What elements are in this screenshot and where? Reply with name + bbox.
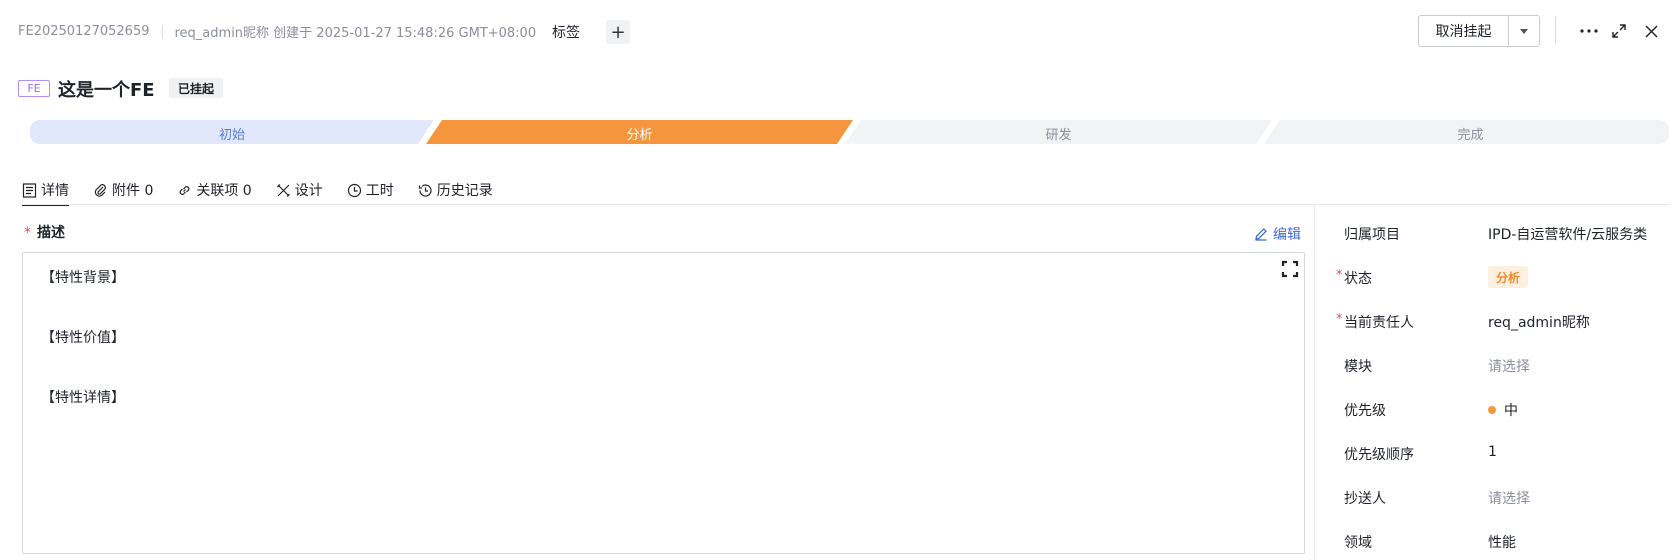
prop-domain: 领域 性能 — [1336, 530, 1666, 552]
description-line-value: 【特性价值】 — [41, 330, 125, 346]
unsuspend-split-button: 取消挂起 — [1418, 15, 1540, 47]
description-heading: * 描述 — [24, 222, 65, 242]
created-info: req_admin昵称 创建于 2025-01-27 15:48:26 GMT+… — [174, 26, 537, 41]
prop-cc: 抄送人 请选择 — [1336, 486, 1666, 508]
fullscreen-button[interactable] — [1280, 259, 1300, 279]
required-mark: * — [1336, 312, 1343, 327]
fullscreen-icon — [1281, 260, 1299, 278]
prop-project-label: 归属项目 — [1344, 227, 1400, 243]
close-icon — [1644, 24, 1658, 38]
link-icon — [179, 185, 190, 195]
expand-button[interactable] — [1608, 20, 1630, 42]
prop-priority-value[interactable]: 中 — [1488, 400, 1518, 420]
tab-history-label: 历史记录 — [436, 183, 493, 199]
description-line-background: 【特性背景】 — [41, 270, 125, 286]
tab-details[interactable]: 详情 — [22, 175, 69, 206]
prop-module-label: 模块 — [1344, 359, 1372, 375]
prop-cc-select[interactable]: 请选择 — [1488, 488, 1530, 508]
ellipsis-icon — [1580, 29, 1598, 33]
tab-worktime-label: 工时 — [365, 183, 394, 199]
prop-priority-order-label: 优先级顺序 — [1344, 447, 1414, 463]
prop-priority-order-value[interactable]: 1 — [1488, 444, 1497, 460]
status-badge: 已挂起 — [169, 78, 224, 98]
top-bar: FE20250127052659 req_admin昵称 创建于 2025-01… — [0, 0, 1679, 62]
tab-design-label: 设计 — [294, 183, 323, 199]
close-button[interactable] — [1640, 20, 1662, 42]
stage-label-3[interactable]: 完成 — [1272, 124, 1669, 143]
prop-status-label: 状态 — [1344, 271, 1372, 287]
prop-cc-label: 抄送人 — [1344, 491, 1386, 507]
more-options-button[interactable] — [1578, 20, 1600, 42]
tab-attachments[interactable]: 附件 0 — [93, 175, 153, 205]
history-icon — [418, 183, 432, 197]
pencil-icon — [1255, 228, 1267, 241]
tab-details-label: 详情 — [41, 183, 69, 199]
expand-icon — [1612, 24, 1626, 38]
stage-progress: 初始 分析 研发 完成 — [30, 120, 1669, 144]
prop-module: 模块 请选择 — [1336, 354, 1666, 376]
description-title: 描述 — [37, 225, 65, 241]
prop-priority-order: 优先级顺序 1 — [1336, 442, 1666, 464]
tags-label: 标签 — [552, 25, 580, 41]
tab-relations-label: 关联项 0 — [196, 183, 252, 199]
prop-domain-label: 领域 — [1344, 535, 1372, 551]
tab-relations[interactable]: 关联项 0 — [177, 175, 252, 205]
edit-label: 编辑 — [1273, 227, 1301, 243]
tab-worktime[interactable]: 工时 — [347, 175, 394, 205]
more-actions-dropdown[interactable] — [1509, 16, 1539, 46]
prop-project: 归属项目 IPD-自运营软件/云服务类 — [1336, 222, 1666, 244]
prop-module-select[interactable]: 请选择 — [1488, 356, 1530, 376]
detail-tabs: 详情 附件 0 关联项 0 设计 工时 历史记录 — [22, 175, 517, 206]
item-meta: FE20250127052659 req_admin昵称 创建于 2025-01… — [18, 22, 536, 41]
clock-icon — [347, 183, 361, 197]
prop-priority-text: 中 — [1504, 403, 1518, 419]
tab-attachments-label: 附件 0 — [112, 183, 154, 199]
prop-domain-value[interactable]: 性能 — [1488, 532, 1516, 552]
required-mark: * — [24, 225, 31, 241]
prop-priority-label: 优先级 — [1344, 403, 1386, 419]
description-line-details: 【特性详情】 — [41, 390, 125, 406]
priority-dot-icon — [1488, 406, 1496, 414]
document-icon — [22, 182, 37, 198]
paperclip-icon — [94, 183, 106, 197]
prop-priority: 优先级 中 — [1336, 398, 1666, 420]
panel-divider — [1314, 205, 1315, 560]
stage-label-0[interactable]: 初始 — [30, 124, 434, 143]
prop-owner-value[interactable]: req_admin昵称 — [1488, 312, 1590, 332]
design-tools-icon — [276, 183, 290, 197]
description-editor[interactable]: 【特性背景】 【特性价值】 【特性详情】 — [22, 252, 1305, 554]
required-mark: * — [1336, 268, 1343, 283]
unsuspend-button[interactable]: 取消挂起 — [1419, 16, 1509, 46]
stage-label-1[interactable]: 分析 — [434, 124, 845, 143]
tabs-divider — [22, 204, 1670, 205]
prop-owner: * 当前责任人 req_admin昵称 — [1336, 310, 1666, 332]
add-tag-button[interactable]: + — [606, 20, 630, 44]
prop-project-value[interactable]: IPD-自运营软件/云服务类 — [1488, 224, 1647, 244]
type-badge: FE — [18, 80, 50, 97]
prop-status: * 状态 分析 — [1336, 266, 1666, 288]
item-id: FE20250127052659 — [18, 24, 150, 39]
tab-design[interactable]: 设计 — [276, 175, 323, 205]
meta-divider — [161, 24, 163, 39]
prop-status-value[interactable]: 分析 — [1488, 266, 1529, 288]
prop-owner-label: 当前责任人 — [1344, 315, 1414, 331]
edit-description-button[interactable]: 编辑 — [1254, 224, 1301, 244]
page-title: 这是一个FE — [58, 80, 155, 101]
tab-history[interactable]: 历史记录 — [418, 175, 493, 205]
toolbar-divider — [1555, 17, 1556, 43]
stage-label-2[interactable]: 研发 — [853, 124, 1264, 143]
caret-down-icon — [1520, 28, 1528, 34]
